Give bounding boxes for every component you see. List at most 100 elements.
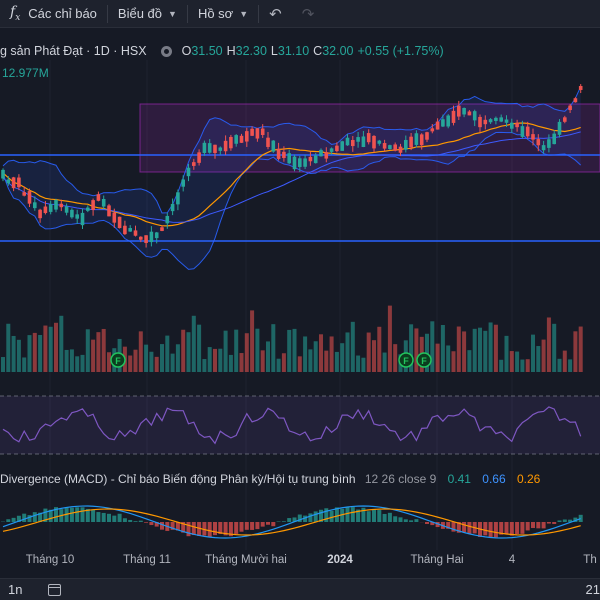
candle-body <box>573 98 578 103</box>
macd-histogram-bar <box>69 507 74 522</box>
candle-body <box>563 117 567 122</box>
candle-body <box>101 199 106 207</box>
calendar-icon[interactable] <box>48 583 62 596</box>
candle-body <box>525 126 530 137</box>
candle-body <box>64 206 69 213</box>
macd-histogram-bar <box>244 522 249 530</box>
volume-bar <box>64 349 69 372</box>
eye-icon[interactable] <box>160 45 172 57</box>
volume-bar <box>435 343 440 372</box>
candle-body <box>54 200 58 210</box>
chart-type-button[interactable]: Biểu đồ ▼ <box>108 0 187 28</box>
candle-body <box>329 148 334 152</box>
macd-histogram-bar <box>509 522 514 536</box>
volume-bar <box>356 355 361 372</box>
open-value: 31.50 <box>191 44 223 58</box>
candle-body <box>557 121 562 135</box>
candle-body <box>483 119 488 125</box>
candle-body <box>255 128 260 139</box>
candle-body <box>176 192 180 205</box>
macd-line-value: 0.66 <box>482 472 506 486</box>
macd-histogram-bar <box>387 512 392 522</box>
volume-bar <box>319 334 323 372</box>
volume-bar <box>488 322 493 372</box>
macd-histogram-bar <box>207 522 212 538</box>
macd-histogram-bar <box>552 522 557 524</box>
macd-histogram-bar <box>112 515 117 522</box>
volume-bar <box>303 336 308 372</box>
candle-body <box>435 121 440 130</box>
candle-body <box>38 209 42 219</box>
volume-bar <box>6 323 11 372</box>
candle-body <box>409 136 413 148</box>
volume-bar <box>324 350 329 372</box>
volume-bar <box>48 326 53 372</box>
volume-bar <box>133 349 138 372</box>
macd-histogram-bar <box>234 522 239 534</box>
volume-bar <box>350 321 355 372</box>
candle-body <box>86 207 90 211</box>
volume-bar <box>11 335 16 372</box>
candle-body <box>170 203 175 212</box>
symbol-legend: g sản Phát Đạt · 1D · HSX O 31.50 H 32.30 … <box>0 44 448 58</box>
candle-body <box>351 140 355 147</box>
time-axis[interactable]: Tháng 10 Tháng 11 Tháng Mười hai 2024 Th… <box>0 552 600 570</box>
candle-body <box>6 179 11 184</box>
candle-body <box>117 216 122 229</box>
macd-histogram-bar <box>520 522 525 534</box>
candle-body <box>149 231 154 243</box>
candle-body <box>398 146 403 153</box>
candle-body <box>133 230 138 236</box>
volume-bar <box>340 343 345 372</box>
volume-bar <box>292 328 297 372</box>
profile-button[interactable]: Hồ sơ ▼ <box>188 0 258 28</box>
timeframe-button[interactable]: 1n <box>8 582 22 597</box>
volume-bar <box>430 321 435 372</box>
indicators-button[interactable]: fx Các chỉ báo <box>0 0 107 28</box>
indicators-label: Các chỉ báo <box>28 6 97 21</box>
candle-body <box>202 142 207 154</box>
candle-body <box>59 203 64 208</box>
macd-histogram-bar <box>27 515 32 522</box>
price-chart[interactable]: FFF <box>0 28 600 578</box>
macd-histogram-bar <box>96 512 101 522</box>
candle-body <box>165 215 170 224</box>
candle-body <box>382 143 387 149</box>
candle-body <box>446 115 450 127</box>
macd-histogram-bar <box>6 519 11 522</box>
candle-body <box>96 194 101 201</box>
volume-bar <box>562 350 567 372</box>
profile-label: Hồ sơ <box>197 6 234 21</box>
volume-bar <box>207 347 212 372</box>
volume-bar <box>22 357 27 372</box>
candle-body <box>154 232 159 239</box>
macd-histogram-bar <box>578 514 583 522</box>
f-marker-label: F <box>421 356 427 366</box>
volume-bar <box>467 350 472 372</box>
candle-body <box>144 235 148 244</box>
macd-params: 12 26 close 9 <box>364 472 437 486</box>
candle-body <box>547 139 551 148</box>
macd-histogram-bar <box>266 522 270 525</box>
symbol-title[interactable]: g sản Phát Đạt · 1D · HSX <box>0 44 147 58</box>
volume-bar <box>345 332 350 372</box>
undo-icon[interactable]: ↶ <box>259 0 292 28</box>
redo-icon[interactable]: ↷ <box>292 0 325 28</box>
candle-body <box>218 147 223 151</box>
time-label: 4 <box>508 554 516 566</box>
high-value: 32.30 <box>235 44 267 58</box>
volume-bar <box>186 332 191 372</box>
macd-title[interactable]: Divergence (MACD) - Chỉ báo Biến động Ph… <box>0 472 356 486</box>
macd-histogram-bar <box>504 522 509 534</box>
macd-histogram-bar <box>345 507 350 522</box>
candle-body <box>11 177 16 189</box>
time-label: Tháng Mười hai <box>205 554 287 566</box>
volume-bar <box>334 351 339 372</box>
macd-histogram-bar <box>382 513 387 522</box>
volume-bar <box>387 305 392 372</box>
volume-bar <box>446 345 451 372</box>
volume-bar <box>260 350 265 372</box>
macd-histogram-bar <box>128 519 133 522</box>
candle-body <box>75 214 79 219</box>
volume-bar <box>520 359 525 372</box>
